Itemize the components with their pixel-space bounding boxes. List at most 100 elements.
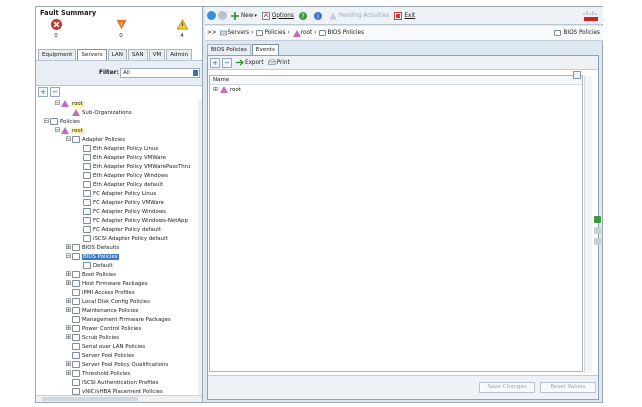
tree-vertical-scrollbar[interactable] [198, 99, 202, 396]
print-button[interactable]: Print [267, 59, 290, 66]
tree-node[interactable]: Sub-Organizations [36, 108, 200, 117]
tree-node[interactable]: FC Adapter Policy Windows [36, 207, 200, 216]
tree-node[interactable]: ⊞ Maintenance Policies [36, 306, 200, 315]
expand-icon[interactable]: ⊞ [65, 307, 72, 314]
tree-node[interactable]: ⊞ Scrub Policies [36, 333, 200, 342]
tab-san[interactable]: SAN [127, 49, 148, 60]
tree-node[interactable]: Default [36, 261, 200, 270]
delete-icon[interactable] [594, 227, 601, 234]
tree-node[interactable]: ⊞ Host Firmware Packages [36, 279, 200, 288]
tree-node[interactable]: FC Adapter Policy Windows-NetApp [36, 216, 200, 225]
filter-label: Filter: [99, 70, 119, 76]
tree-node[interactable]: Server Pool Policies [36, 351, 200, 360]
add-icon[interactable] [594, 216, 601, 223]
tree-node-label: FC Adapter Policy Windows [93, 208, 166, 215]
tree-node[interactable]: Eth Adapter Policy Windows [36, 171, 200, 180]
table-vertical-scrollbar[interactable] [584, 76, 592, 373]
tree-node[interactable]: Eth Adapter Policy VMWarePassThru [36, 162, 200, 171]
expand-icon[interactable]: ⊞ [65, 370, 72, 377]
expand-icon[interactable]: ⊞ [65, 361, 72, 368]
tree-node[interactable]: Eth Adapter Policy VMWare [36, 153, 200, 162]
fault-minor[interactable]: 4 [172, 19, 192, 39]
tab-events[interactable]: Events [251, 44, 279, 55]
remove-button[interactable]: − [222, 57, 232, 68]
collapse-all-button[interactable]: − [50, 87, 60, 97]
reset-values-button[interactable]: Reset Values [540, 382, 596, 393]
exit-button[interactable]: Exit [394, 11, 415, 20]
tree-node[interactable]: ⊞ Local Disk Config Policies [36, 297, 200, 306]
tree-node[interactable]: ⊞ Boot Policies [36, 270, 200, 279]
tree-node[interactable]: ⊞ Power Control Policies [36, 324, 200, 333]
collapse-icon[interactable]: ⊟ [54, 100, 61, 107]
tab-bios-policies[interactable]: BIOS Policies [207, 44, 251, 55]
collapse-icon[interactable]: ⊟ [65, 136, 72, 143]
tree-node[interactable]: Eth Adapter Policy default [36, 180, 200, 189]
tree-node[interactable]: ⊟ root [36, 99, 200, 108]
tree-node[interactable]: iSCSI Authentication Profiles [36, 378, 200, 387]
expand-icon[interactable]: ⊞ [65, 334, 72, 341]
help-button[interactable]: ? [298, 11, 309, 20]
tree-horizontal-scrollbar[interactable] [36, 395, 202, 402]
tree-node[interactable]: Serial over LAN Policies [36, 342, 200, 351]
collapse-icon[interactable]: ⊟ [43, 118, 50, 125]
tree-node[interactable]: Eth Adapter Policy Linux [36, 144, 200, 153]
tab-admin[interactable]: Admin [166, 49, 193, 60]
exit-icon [394, 11, 403, 20]
forward-arrow-icon[interactable] [218, 11, 227, 20]
tree-node[interactable]: IPMI Access Profiles [36, 288, 200, 297]
expand-icon[interactable]: ⊞ [213, 86, 218, 93]
expand-all-button[interactable]: + [38, 87, 48, 97]
breadcrumb-bios-policies[interactable]: BIOS Policies [319, 30, 364, 36]
save-changes-button[interactable]: Save Changes [479, 382, 535, 393]
tab-vm[interactable]: VM [148, 49, 166, 60]
tree-node[interactable]: FC Adapter Policy Linux [36, 189, 200, 198]
info-button[interactable]: i [313, 11, 324, 20]
tree-node[interactable]: ⊟ Policies [36, 117, 200, 126]
column-header-name[interactable]: Name [210, 76, 582, 85]
expand-icon[interactable]: ⊞ [65, 280, 72, 287]
breadcrumb-root[interactable]: root › [292, 30, 316, 37]
tree-node-label: Boot Policies [82, 271, 117, 278]
policy-icon [72, 280, 80, 287]
tree-node[interactable]: ⊞ Threshold Policies [36, 369, 200, 378]
expand-icon[interactable]: ⊞ [65, 325, 72, 332]
expand-icon[interactable]: ⊞ [65, 298, 72, 305]
options-button[interactable]: Options [261, 11, 294, 20]
new-menu[interactable]: New ▾ [231, 11, 257, 20]
tree-node[interactable]: ⊞ BIOS Defaults [36, 243, 200, 252]
tab-lan[interactable]: LAN [107, 49, 127, 60]
tree-node[interactable]: ⊟ BIOS Policies [36, 252, 200, 261]
add-button[interactable]: + [210, 57, 220, 68]
collapse-icon[interactable]: ⊟ [54, 127, 61, 134]
tree-node[interactable]: Management Firmware Packages [36, 315, 200, 324]
tree-node[interactable]: ⊟ Adapter Policies [36, 135, 200, 144]
fault-critical[interactable]: 0 [46, 19, 66, 39]
tree-node[interactable]: ⊟ root [36, 126, 200, 135]
table-row[interactable]: ⊞ root [210, 85, 582, 94]
expand-icon[interactable]: ⊞ [65, 271, 72, 278]
column-chooser-icon[interactable] [573, 71, 581, 79]
back-arrow-icon[interactable] [207, 11, 216, 20]
collapse-icon[interactable]: ⊟ [65, 253, 72, 260]
tree-connector [76, 163, 83, 170]
export-label: Export [245, 59, 264, 66]
critical-count: 0 [54, 33, 58, 39]
tree-node[interactable]: iSCSI Adapter Policy default [36, 234, 200, 243]
tree-node[interactable]: ⊞ Server Pool Policy Qualifications [36, 360, 200, 369]
fault-major[interactable]: 0 [111, 19, 131, 39]
tab-servers[interactable]: Servers [77, 49, 107, 60]
tree-node[interactable]: FC Adapter Policy VMWare [36, 198, 200, 207]
filter-value: All [123, 70, 130, 76]
tab-equipment[interactable]: Equipment [38, 49, 77, 60]
expand-icon[interactable]: ⊞ [65, 244, 72, 251]
filter-select[interactable]: All [120, 68, 200, 78]
breadcrumb-servers[interactable]: Servers › [219, 30, 253, 36]
info-icon[interactable] [594, 238, 601, 245]
breadcrumb-policies[interactable]: Policies › [256, 30, 290, 36]
tree-node-label: Sub-Organizations [82, 109, 132, 116]
tree-node[interactable]: FC Adapter Policy default [36, 225, 200, 234]
export-button[interactable]: Export [236, 59, 264, 66]
pending-activities-button[interactable]: Pending Activities [329, 12, 389, 20]
breadcrumb-root-label: root [300, 30, 313, 36]
scrollbar-thumb[interactable] [42, 397, 138, 401]
